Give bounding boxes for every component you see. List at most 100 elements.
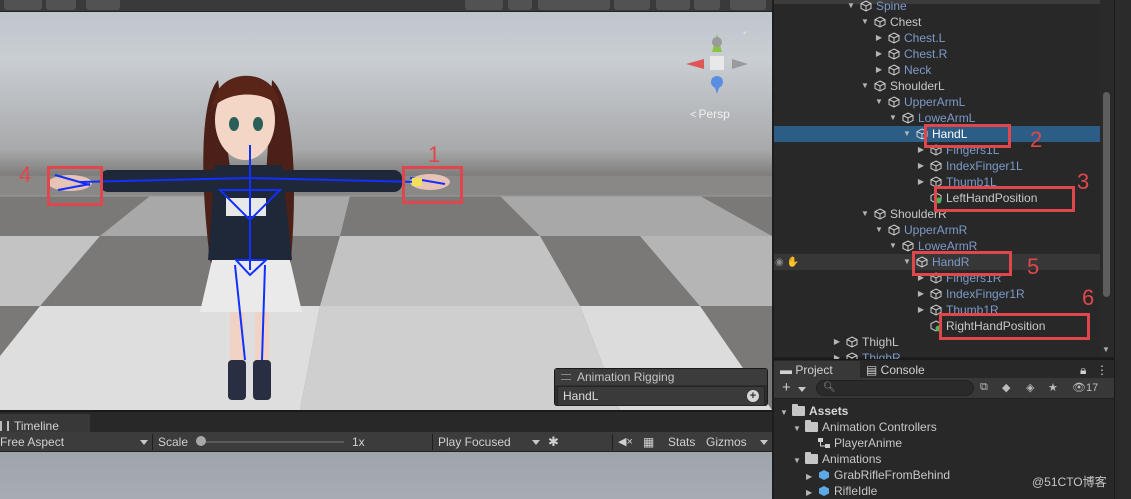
expand-arrow-icon[interactable]: ▼ — [888, 110, 898, 126]
tab-timeline[interactable]: Timeline — [0, 414, 90, 434]
collapse-arrow-icon[interactable]: ▶ — [832, 334, 842, 350]
lock-icon[interactable]: 🔒︎ — [1074, 361, 1086, 379]
hierarchy-scrollbar-thumb[interactable] — [1103, 92, 1110, 297]
animation-rigging-overlay[interactable]: Animation Rigging HandL + — [554, 368, 768, 406]
hierarchy-item-label: Neck — [904, 63, 932, 77]
collapse-arrow-icon[interactable]: ▶ — [874, 46, 884, 62]
search-by-type-icon[interactable]: ⧉ — [980, 381, 988, 394]
hierarchy-item-upperarmr[interactable]: ▼ UpperArmR — [774, 222, 1100, 238]
hierarchy-item-shoulderl[interactable]: ▼ ShoulderL — [774, 78, 1100, 94]
play-mode-dropdown[interactable]: Play Focused — [438, 432, 542, 452]
gameobject-cube-icon — [888, 64, 900, 76]
mute-audio-icon[interactable]: ◀× — [618, 432, 633, 452]
character-model[interactable] — [40, 60, 480, 410]
expand-arrow-icon[interactable]: ▼ — [793, 453, 805, 469]
expand-arrow-icon[interactable]: ▼ — [902, 126, 912, 142]
scale-slider-handle[interactable] — [196, 436, 206, 446]
gameobject-cube-icon — [888, 32, 900, 44]
persp-text: Persp — [698, 107, 730, 121]
divider — [432, 434, 433, 450]
expand-arrow-icon[interactable]: ▼ — [860, 206, 870, 222]
overlay-field-row[interactable]: HandL + — [557, 386, 765, 406]
shading-mode-button[interactable] — [465, 0, 503, 10]
callout-number-4: 4 — [19, 162, 32, 187]
project-item-label: RifleIdle — [834, 484, 878, 498]
hierarchy-item-neck[interactable]: ▶ Neck — [774, 62, 1100, 78]
visibility-eye-icon[interactable]: ◉ ✋ — [775, 257, 799, 268]
gameobject-cube-icon — [888, 96, 900, 108]
filter-icon[interactable]: ◆ — [1002, 381, 1010, 394]
scale-slider-track[interactable] — [198, 441, 344, 443]
collapse-arrow-icon[interactable]: ▶ — [806, 485, 818, 499]
star-icon[interactable]: ★ — [1048, 381, 1058, 394]
scroll-down-arrow-icon[interactable]: ▼ — [1102, 345, 1110, 354]
bug-icon[interactable]: ✱ — [548, 432, 559, 452]
expand-arrow-icon[interactable]: ▼ — [888, 238, 898, 254]
expand-arrow-icon[interactable]: ▼ — [874, 94, 884, 110]
scene-toolbar — [0, 0, 772, 12]
grid-button[interactable] — [86, 0, 120, 10]
collapse-arrow-icon[interactable]: ▶ — [916, 174, 926, 190]
scene-view[interactable]: • < Persp 1 4 Animation Rigging HandL + — [0, 0, 772, 410]
stats-button[interactable]: Stats — [668, 432, 695, 452]
create-plus-icon[interactable]: + — [782, 379, 791, 396]
collapse-arrow-icon[interactable]: ▶ — [916, 286, 926, 302]
expand-arrow-icon[interactable]: ▼ — [780, 405, 792, 421]
aspect-dropdown[interactable]: Free Aspect — [0, 432, 150, 452]
game-view[interactable] — [0, 452, 772, 499]
expand-arrow-icon[interactable]: ▼ — [902, 254, 912, 270]
expand-arrow-icon[interactable]: ▼ — [793, 421, 805, 437]
gameobject-cube-icon — [902, 112, 914, 124]
hidden-packages-count[interactable]: 👁︎17 — [1072, 381, 1098, 394]
gameobject-cube-icon — [930, 288, 942, 300]
add-icon[interactable]: + — [747, 390, 759, 402]
project-item-label: Animation Controllers — [822, 420, 937, 434]
callout-box-5 — [912, 251, 1012, 276]
hierarchy-item-indexfinger1l[interactable]: ▶ IndexFinger1L — [774, 158, 1100, 174]
project-item-assets[interactable]: ▼ Assets — [780, 403, 848, 419]
effects-button[interactable] — [614, 0, 650, 10]
hierarchy-item-upperarml[interactable]: ▼ UpperArmL — [774, 94, 1100, 110]
project-item-animation-controllers[interactable]: ▼ Animation Controllers — [793, 419, 937, 435]
hierarchy-item-chest-l[interactable]: ▶ Chest.L — [774, 30, 1100, 46]
drag-grip-icon[interactable] — [561, 374, 571, 380]
lighting-audio-buttons[interactable] — [538, 0, 610, 10]
project-item-animations[interactable]: ▼ Animations — [793, 451, 881, 467]
collapse-arrow-icon[interactable]: ▶ — [916, 302, 926, 318]
label-tag-icon[interactable]: ◈ — [1026, 381, 1034, 394]
expand-arrow-icon[interactable]: ▼ — [874, 222, 884, 238]
project-tab-bar: ▬ Project ▤ Console 🔒︎ ⋮ — [774, 359, 1114, 379]
2d-toggle-button[interactable] — [508, 0, 532, 10]
hierarchy-item-indexfinger1r[interactable]: ▶ IndexFinger1R — [774, 286, 1100, 302]
chevron-down-icon[interactable] — [798, 387, 806, 392]
tool-handle-button[interactable] — [4, 0, 42, 10]
collapse-arrow-icon[interactable]: ▶ — [874, 30, 884, 46]
expand-arrow-icon[interactable]: ▼ — [846, 0, 856, 14]
tab-project[interactable]: ▬ Project — [774, 361, 860, 379]
collapse-arrow-icon[interactable]: ▶ — [916, 158, 926, 174]
project-item-grabriflefrombehind[interactable]: ▶ GrabRifleFromBehind — [806, 467, 950, 483]
overlay-title-bar[interactable]: Animation Rigging — [555, 369, 767, 385]
pivot-button[interactable] — [46, 0, 76, 10]
hierarchy-item-chest[interactable]: ▼ Chest — [774, 14, 1100, 30]
hidden-objects-button[interactable] — [656, 0, 690, 10]
keyboard-icon[interactable]: ▦ — [643, 432, 654, 452]
project-item-playeranime[interactable]: PlayerAnime — [806, 435, 902, 451]
expand-arrow-icon[interactable]: ▼ — [860, 78, 870, 94]
persp-label[interactable]: < Persp — [690, 107, 730, 121]
more-menu-icon[interactable]: ⋮ — [1090, 361, 1108, 379]
collapse-arrow-icon[interactable]: ▶ — [874, 62, 884, 78]
orientation-gizmo[interactable]: • — [672, 22, 762, 102]
gameobject-cube-icon — [874, 80, 886, 92]
hierarchy-item-chest-r[interactable]: ▶ Chest.R — [774, 46, 1100, 62]
project-item-rifleidle[interactable]: ▶ RifleIdle — [806, 483, 877, 499]
expand-arrow-icon[interactable]: ▼ — [860, 14, 870, 30]
gizmos-scene-button[interactable] — [730, 0, 766, 10]
hierarchy-item-spine[interactable]: ▼ Spine — [774, 0, 1100, 14]
tab-console[interactable]: ▤ Console — [860, 361, 940, 379]
gizmos-dropdown[interactable]: Gizmos — [706, 432, 772, 452]
search-input[interactable]: 🔍︎ — [816, 380, 974, 396]
camera-settings-button[interactable] — [694, 0, 720, 10]
hierarchy-item-label: UpperArmR — [904, 223, 968, 237]
timeline-icon — [0, 420, 9, 431]
